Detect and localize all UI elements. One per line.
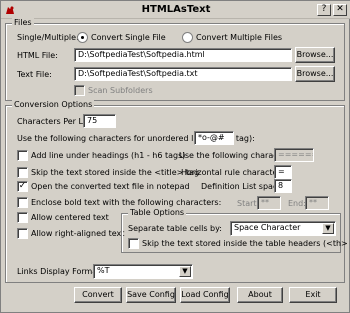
convert-button[interactable]: Convert [74,287,122,303]
scan-subfolders-checkbox[interactable] [74,85,85,96]
table-options-title: Table Options [128,208,187,217]
separate-cells-value: Space Character [234,223,301,232]
convert-multiple-label[interactable]: Convert Multiple Files [196,33,282,42]
scan-subfolders-label: Scan Subfolders [88,86,153,95]
use-following-input[interactable]: ======= [274,148,314,162]
browse-text-button[interactable]: Browse... [295,66,335,82]
convert-single-radio[interactable] [77,32,88,43]
html-file-label: HTML File: [17,51,58,60]
conversion-options-title: Conversion Options [12,100,95,109]
end-label: End: [288,199,306,208]
enclose-bold-label: Enclose bold text with the following cha… [31,198,222,207]
links-format-label: Links Display Format: [17,267,104,276]
text-file-label: Text File: [17,70,52,79]
help-button[interactable]: ? [317,4,331,16]
skip-title-label: Skip the text stored inside the <title> … [31,168,200,177]
close-button[interactable]: ✕ [333,4,347,16]
allow-centered-label: Allow centered text [31,213,109,222]
unordered-list-input[interactable]: *o-@# [194,131,234,145]
chevron-down-icon[interactable]: ▼ [322,223,334,234]
files-group-title: Files [12,18,34,27]
allow-right-checkbox[interactable] [17,228,28,239]
load-config-button[interactable]: Load Config [180,287,230,303]
separate-cells-label: Separate table cells by: [128,224,222,233]
chevron-down-icon[interactable]: ▼ [179,266,191,277]
links-format-value: %T [97,266,110,275]
end-input[interactable]: ** [305,196,329,210]
save-config-button[interactable]: Save Config [126,287,176,303]
hr-char-label: Horizontal rule character: [181,168,284,177]
open-notepad-checkbox[interactable]: ✓ [17,181,28,192]
allow-centered-checkbox[interactable] [17,212,28,223]
start-label: Start: [237,199,260,208]
hr-char-input[interactable]: = [274,165,292,179]
conversion-options-group: Conversion Options [5,100,345,283]
single-multiple-label: Single/Multiple: [17,33,79,42]
convert-multiple-radio[interactable] [182,32,193,43]
skip-th-checkbox[interactable] [128,238,139,249]
enclose-bold-checkbox[interactable] [17,197,28,208]
chars-per-line-input[interactable]: 75 [83,114,116,128]
skip-th-label: Skip the text stored inside the table he… [142,239,350,248]
app-window: HTMLAsText ? ✕ Files Single/Multiple: Co… [0,0,350,313]
links-format-select[interactable]: %T ▼ [93,264,193,279]
open-notepad-label: Open the converted text file in notepad [31,182,190,191]
convert-single-label[interactable]: Convert Single File [91,33,166,42]
separate-cells-select[interactable]: Space Character ▼ [230,221,336,236]
add-line-checkbox[interactable] [17,150,28,161]
allow-right-label: Allow right-aligned text [31,229,125,238]
html-file-input[interactable]: D:\SoftpediaTest\Softpedia.html [74,48,292,62]
add-line-label: Add line under headings (h1 - h6 tags) [31,151,186,160]
browse-html-button[interactable]: Browse... [295,47,335,63]
about-button[interactable]: About [237,287,283,303]
title-bar: HTMLAsText ? ✕ [1,1,350,19]
start-input[interactable]: ** [257,196,281,210]
skip-title-checkbox[interactable] [17,167,28,178]
def-list-input[interactable]: 8 [274,179,292,193]
text-file-input[interactable]: D:\SoftpediaTest\Softpedia.txt [74,67,292,81]
exit-button[interactable]: Exit [289,287,337,303]
window-title: HTMLAsText [141,4,211,15]
